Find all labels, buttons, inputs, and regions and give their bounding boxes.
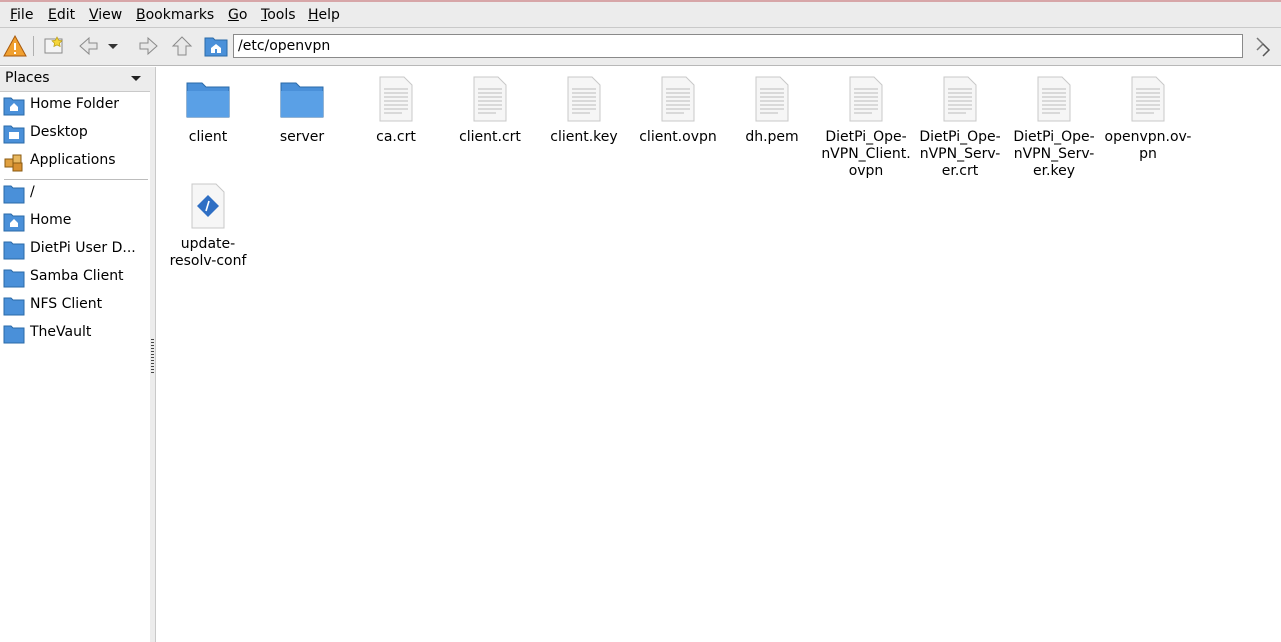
place-label: Desktop	[30, 124, 88, 140]
menu-view[interactable]: View	[89, 5, 122, 25]
menu-help[interactable]: Help	[308, 5, 340, 25]
file-name: openvpn.ov- pn	[1104, 129, 1192, 162]
menu-go[interactable]: Go	[228, 5, 247, 25]
text-file-icon	[936, 75, 984, 123]
splitter-grip[interactable]	[151, 339, 154, 373]
file-name: DietPi_Ope- nVPN_Serv- er.crt	[919, 129, 1001, 179]
file-item-text[interactable]: openvpn.ov- pn	[1101, 75, 1195, 163]
file-item-text[interactable]: DietPi_Ope- nVPN_Serv- er.key	[1007, 75, 1101, 180]
file-name: DietPi_Ope- nVPN_Serv- er.key	[1013, 129, 1095, 179]
text-file-icon	[654, 75, 702, 123]
file-item-text[interactable]: DietPi_Ope- nVPN_Client. ovpn	[819, 75, 913, 180]
warning-icon[interactable]	[3, 34, 27, 58]
desktop-icon	[3, 123, 25, 145]
place-applications[interactable]: Applications	[0, 148, 150, 176]
home-folder-icon	[3, 95, 25, 117]
folder-icon	[3, 183, 25, 205]
history-dropdown-icon[interactable]	[105, 34, 121, 58]
bookmark-dietpi-user-data[interactable]: DietPi User D...	[0, 236, 150, 264]
bookmark-root[interactable]: /	[0, 180, 150, 208]
bookmark-label: TheVault	[30, 324, 92, 340]
file-name: client.key	[550, 129, 618, 145]
place-label: Applications	[30, 152, 116, 168]
folder-icon	[184, 75, 232, 123]
script-file-icon	[184, 182, 232, 230]
file-item-text[interactable]: DietPi_Ope- nVPN_Serv- er.crt	[913, 75, 1007, 180]
menu-bar: File Edit View Bookmarks Go Tools Help	[0, 0, 1281, 28]
home-folder-icon[interactable]	[204, 34, 228, 58]
file-item-text[interactable]: client.ovpn	[631, 75, 725, 146]
file-name: server	[279, 129, 325, 145]
text-file-icon	[466, 75, 514, 123]
toolbar-separator	[33, 36, 34, 56]
menu-tools[interactable]: Tools	[261, 5, 296, 25]
path-input[interactable]	[233, 34, 1243, 58]
places-title: Places	[5, 70, 50, 86]
menu-edit[interactable]: Edit	[48, 5, 75, 25]
file-item-text[interactable]: ca.crt	[349, 75, 443, 146]
file-item-folder[interactable]: server	[255, 75, 349, 146]
file-name: update- resolv-conf	[169, 236, 247, 269]
up-icon[interactable]	[170, 34, 194, 58]
applications-icon	[3, 151, 25, 173]
text-file-icon	[560, 75, 608, 123]
file-name: dh.pem	[745, 129, 799, 145]
text-file-icon	[1124, 75, 1172, 123]
menu-bookmarks[interactable]: Bookmarks	[136, 5, 214, 25]
file-name: client.crt	[459, 129, 521, 145]
bookmark-label: DietPi User D...	[30, 240, 136, 256]
folder-icon	[3, 323, 25, 345]
go-icon[interactable]	[1251, 34, 1275, 58]
forward-icon[interactable]	[136, 34, 160, 58]
menu-file[interactable]: File	[10, 5, 33, 25]
file-name: ca.crt	[376, 129, 416, 145]
file-name: client	[188, 129, 228, 145]
folder-icon	[3, 267, 25, 289]
chevron-down-icon[interactable]	[130, 71, 142, 85]
bookmark-samba-client[interactable]: Samba Client	[0, 264, 150, 292]
bookmark-label: Home	[30, 212, 72, 228]
home-folder-icon	[3, 211, 25, 233]
bookmark-label: /	[30, 184, 35, 200]
file-name: client.ovpn	[639, 129, 717, 145]
new-bookmark-icon[interactable]	[42, 34, 66, 58]
text-file-icon	[748, 75, 796, 123]
file-item-folder[interactable]: client	[161, 75, 255, 146]
text-file-icon	[372, 75, 420, 123]
file-view[interactable]: client server ca.crt client.crt client.k…	[156, 67, 1281, 642]
folder-icon	[3, 239, 25, 261]
file-name: DietPi_Ope- nVPN_Client. ovpn	[821, 129, 911, 179]
toolbar	[0, 28, 1281, 66]
folder-icon	[278, 75, 326, 123]
text-file-icon	[1030, 75, 1078, 123]
side-panel: Places Home Folder Desktop Applications …	[0, 67, 151, 642]
bookmark-label: Samba Client	[30, 268, 124, 284]
bookmark-home[interactable]: Home	[0, 208, 150, 236]
place-label: Home Folder	[30, 96, 120, 112]
file-item-text[interactable]: client.key	[537, 75, 631, 146]
folder-icon	[3, 295, 25, 317]
bookmark-label: NFS Client	[30, 296, 103, 312]
place-home-folder[interactable]: Home Folder	[0, 92, 150, 120]
text-file-icon	[842, 75, 890, 123]
back-icon[interactable]	[77, 34, 101, 58]
places-header: Places	[0, 67, 150, 92]
bookmark-nfs-client[interactable]: NFS Client	[0, 292, 150, 320]
file-item-text[interactable]: client.crt	[443, 75, 537, 146]
bookmark-thevault[interactable]: TheVault	[0, 320, 150, 348]
place-desktop[interactable]: Desktop	[0, 120, 150, 148]
file-item-text[interactable]: dh.pem	[725, 75, 819, 146]
file-item-script[interactable]: update- resolv-conf	[161, 182, 255, 270]
